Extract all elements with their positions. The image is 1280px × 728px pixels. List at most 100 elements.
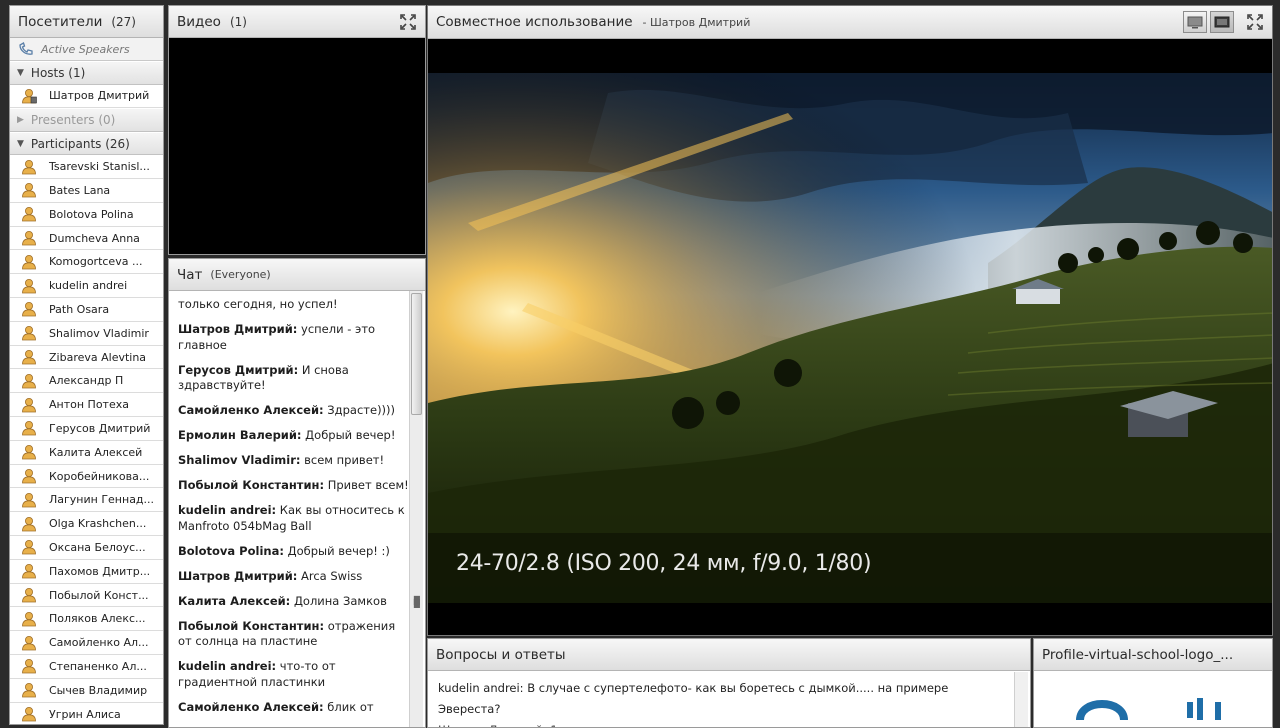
chat-author: Ермолин Валерий: (178, 428, 302, 442)
attendee-name: Герусов Дмитрий (49, 421, 151, 435)
participant-list-item[interactable]: Сычев Владимир (10, 679, 163, 703)
person-icon (22, 540, 36, 555)
attendee-name: Самойленко Ал... (49, 636, 149, 650)
participant-list-item[interactable]: Александр П (10, 369, 163, 394)
host-list-item[interactable]: Шатров Дмитрий (10, 85, 163, 109)
qa-header: Вопросы и ответы (428, 639, 1030, 671)
participant-list-item[interactable]: Bolotova Polina (10, 203, 163, 227)
chat-message: Шатров Дмитрий: Arca Swiss (178, 569, 409, 585)
participant-list-item[interactable]: Оксана Белоус... (10, 536, 163, 560)
chat-message: Shalimov Vladimir: всем привет! (178, 453, 409, 469)
chat-author: Побылой Константин: (178, 478, 325, 492)
participant-list-item[interactable]: Komogortceva ... (10, 250, 163, 275)
chat-title: Чат (177, 266, 203, 283)
scroll-grip-icon: ■ ■ ■ (413, 594, 421, 609)
person-icon (22, 231, 36, 246)
attendee-name: Александр П (49, 374, 124, 388)
participant-list-item[interactable]: Tsarevski Stanisl... (10, 155, 163, 180)
person-icon (22, 659, 36, 674)
chat-scroll-thumb[interactable] (411, 293, 422, 415)
group-hosts[interactable]: ▼ Hosts (1) (10, 61, 163, 85)
group-presenters[interactable]: ▶ Presenters (0) (10, 108, 163, 132)
chat-pod: Чат (Everyone) только сегодня, но успел!… (168, 258, 426, 728)
chat-messages: только сегодня, но успел! Шатров Дмитрий:… (169, 291, 409, 727)
participant-list-item[interactable]: Герусов Дмитрий (10, 417, 163, 441)
active-speakers[interactable]: Active Speakers (10, 38, 163, 61)
attendee-name: Tsarevski Stanisl... (49, 160, 150, 174)
attendee-name: kudelin andrei (49, 279, 128, 293)
participant-list-item[interactable]: Лагунин Геннад... (10, 488, 163, 513)
attendees-header: Посетители (27) (10, 6, 163, 38)
attendee-name: Komogortceva ... (49, 255, 143, 269)
qa-question[interactable]: kudelin andrei: В случае с супертелефото… (438, 678, 1014, 720)
chat-author: Шатров Дмитрий: (178, 322, 298, 336)
participant-list-item[interactable]: Угрин Алиса (10, 703, 163, 724)
chat-author: Шатров Дмитрий: (178, 568, 298, 583)
chat-scrollbar[interactable]: ■ ■ ■ (409, 291, 423, 727)
person-icon (22, 421, 36, 436)
chat-text: блик от (327, 699, 374, 714)
participant-list-item[interactable]: Поляков Алекс... (10, 607, 163, 632)
triangle-down-icon[interactable]: ▼ (17, 68, 24, 78)
person-icon (22, 588, 36, 603)
attendee-name: Сычев Владимир (49, 683, 148, 697)
attendee-name: Пахомов Дмитр... (49, 564, 151, 578)
participant-list-item[interactable]: Антон Потеха (10, 393, 163, 418)
person-icon (22, 445, 36, 460)
full-screen-layout-button[interactable] (1210, 11, 1234, 33)
maximize-icon[interactable] (399, 13, 417, 31)
participant-list-item[interactable]: Olga Krashchen... (10, 512, 163, 537)
participant-list-item[interactable]: Path Osara (10, 298, 163, 322)
screen-icon (1214, 16, 1230, 27)
person-icon (22, 183, 36, 198)
chat-text: Arca Swiss (301, 568, 363, 583)
attendee-name: Zibareva Alevtina (49, 350, 147, 364)
chat-author: Побылой Константин: (178, 618, 325, 633)
participant-list-item[interactable]: Dumcheva Anna (10, 227, 163, 251)
participant-list-item[interactable]: kudelin andrei (10, 274, 163, 299)
chat-author: Bolotova Polina: (178, 543, 284, 558)
participant-list-item[interactable]: Shalimov Vladimir (10, 322, 163, 346)
chat-author: Калита Алексей: (178, 593, 291, 608)
participant-list-item[interactable]: Bates Lana (10, 179, 163, 203)
participant-list-item[interactable]: Пахомов Дмитр... (10, 560, 163, 584)
person-icon (22, 635, 36, 651)
triangle-down-icon[interactable]: ▼ (17, 139, 24, 149)
chat-text: только сегодня, но успел! (178, 297, 338, 311)
chat-message: Ермолин Валерий: Добрый вечер! (178, 428, 409, 444)
participant-list-item[interactable]: Калита Алексей (10, 441, 163, 465)
group-hosts-label: Hosts (1) (30, 65, 86, 80)
group-participants[interactable]: ▼ Participants (26) (10, 131, 163, 156)
chat-message: kudelin andrei: Как вы относитесь к Manf… (178, 503, 409, 534)
chat-message: Самойленко Алексей: Здрасте)))) (178, 403, 409, 419)
participant-list-item[interactable]: Побылой Конст... (10, 584, 163, 608)
attendee-name: Bolotova Polina (49, 207, 134, 221)
qa-scrollbar[interactable] (1014, 672, 1028, 727)
maximize-icon[interactable] (1246, 13, 1264, 31)
participant-list-item[interactable]: Коробейникова... (10, 465, 163, 489)
person-icon (22, 254, 36, 270)
attendee-name: Поляков Алекс... (49, 612, 146, 626)
triangle-right-icon[interactable]: ▶ (17, 115, 24, 125)
participant-list-item[interactable]: Степаненко Ал... (10, 655, 163, 679)
chat-message: Герусов Дмитрий: И снова здравствуйте! (178, 363, 409, 394)
chat-scope: (Everyone) (210, 268, 271, 281)
video-pod: Видео (1) (168, 5, 426, 255)
share-title: Совместное использование (436, 14, 633, 30)
person-icon (22, 469, 36, 484)
chat-text: Здрасте)))) (327, 403, 396, 417)
person-icon (22, 350, 36, 365)
attendee-name: Bates Lana (49, 183, 111, 197)
video-header: Видео (1) (169, 6, 425, 38)
person-icon (22, 564, 36, 579)
participant-list-item[interactable]: Самойленко Ал... (10, 631, 163, 656)
person-icon (22, 326, 36, 341)
phone-icon (19, 42, 33, 55)
fit-width-button[interactable] (1183, 11, 1207, 33)
group-participants-label: Participants (26) (30, 136, 130, 151)
participant-list-item[interactable]: Zibareva Alevtina (10, 346, 163, 370)
attendee-name: Антон Потеха (49, 398, 129, 412)
attendee-name: Path Osara (49, 302, 110, 316)
attendee-name: Степаненко Ал... (49, 659, 147, 673)
attendee-name: Shalimov Vladimir (49, 326, 149, 340)
